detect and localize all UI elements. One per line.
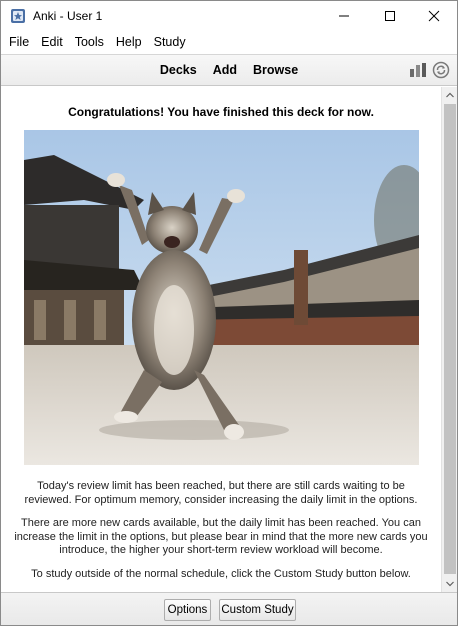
cat-photo bbox=[24, 130, 419, 465]
bottom-bar: Options Custom Study bbox=[1, 592, 457, 625]
scroll-thumb[interactable] bbox=[444, 104, 456, 574]
scroll-up-button[interactable] bbox=[442, 87, 458, 103]
new-cards-message: There are more new cards available, but … bbox=[14, 517, 428, 556]
maximize-button[interactable] bbox=[367, 1, 413, 31]
menu-edit[interactable]: Edit bbox=[35, 31, 69, 53]
minimize-icon bbox=[339, 15, 349, 17]
options-button[interactable]: Options bbox=[164, 599, 211, 621]
congrats-heading: Congratulations! You have finished this … bbox=[68, 105, 374, 119]
browse-link[interactable]: Browse bbox=[245, 63, 306, 77]
chevron-up-icon bbox=[446, 92, 454, 98]
close-icon bbox=[428, 10, 440, 22]
window-title: Anki - User 1 bbox=[33, 9, 103, 23]
custom-study-button[interactable]: Custom Study bbox=[219, 599, 296, 621]
minimize-button[interactable] bbox=[321, 1, 367, 31]
menu-study[interactable]: Study bbox=[148, 31, 192, 53]
menu-file[interactable]: File bbox=[3, 31, 35, 53]
custom-study-hint: To study outside of the normal schedule,… bbox=[31, 568, 411, 580]
close-button[interactable] bbox=[411, 1, 457, 31]
toolbar-links: Decks Add Browse bbox=[1, 55, 457, 85]
menu-bar: File Edit Tools Help Study bbox=[1, 31, 457, 53]
anki-app-icon bbox=[11, 9, 25, 23]
add-link[interactable]: Add bbox=[205, 63, 245, 77]
title-bar: Anki - User 1 bbox=[1, 1, 457, 31]
sync-icon[interactable] bbox=[432, 61, 450, 79]
main-toolbar: Decks Add Browse bbox=[1, 54, 457, 86]
decks-link[interactable]: Decks bbox=[152, 63, 205, 77]
menu-tools[interactable]: Tools bbox=[69, 31, 110, 53]
maximize-icon bbox=[385, 11, 395, 21]
scroll-down-button[interactable] bbox=[442, 576, 458, 592]
overview-content: Congratulations! You have finished this … bbox=[1, 87, 441, 592]
chevron-down-icon bbox=[446, 581, 454, 587]
anki-window: Anki - User 1 File Edit Tools Help Study… bbox=[0, 0, 458, 626]
stats-icon[interactable] bbox=[409, 62, 427, 78]
review-limit-message: Today's review limit has been reached, b… bbox=[24, 480, 418, 506]
content-scrollbar[interactable] bbox=[441, 87, 457, 592]
menu-help[interactable]: Help bbox=[110, 31, 148, 53]
